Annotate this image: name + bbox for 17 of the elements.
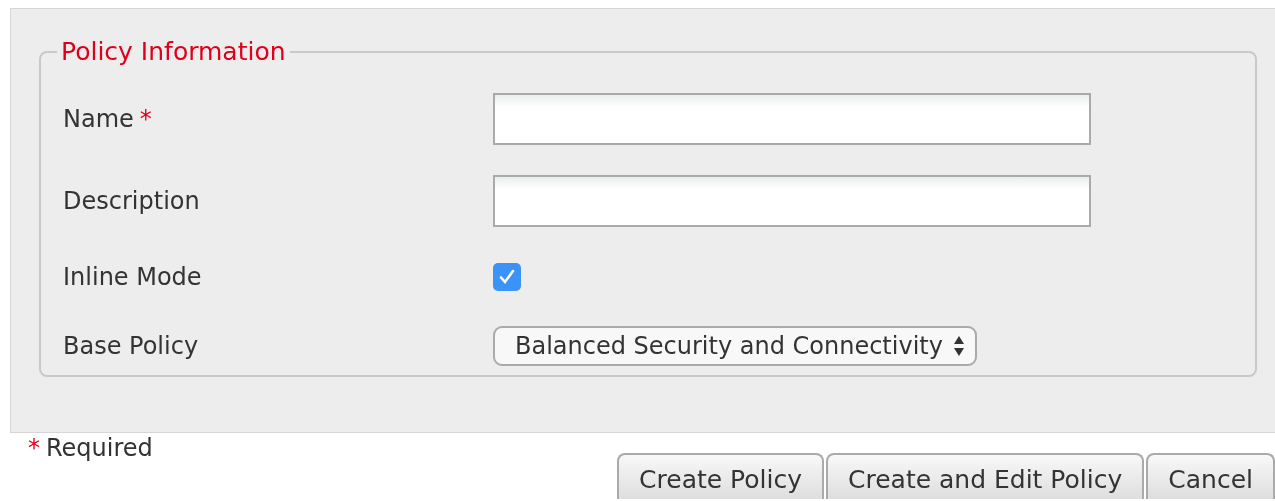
updown-arrows-icon [952, 335, 965, 357]
text-field[interactable] [493, 93, 1091, 145]
field-label: Base Policy [63, 332, 199, 360]
fieldset-legend: Policy Information [57, 37, 290, 66]
required-mark: * [28, 434, 40, 462]
required-note: Required [46, 434, 153, 462]
field-label: Inline Mode [63, 263, 202, 291]
action-button[interactable]: Cancel [1146, 453, 1275, 499]
action-button[interactable]: Create and Edit Policy [826, 453, 1145, 499]
required-mark: * [139, 105, 152, 133]
field-label: Description [63, 187, 200, 215]
action-button[interactable]: Create Policy [617, 453, 824, 499]
field-label: Name [63, 105, 134, 133]
checkmark-icon [498, 268, 516, 286]
dropdown[interactable]: Balanced Security and Connectivity [493, 326, 977, 366]
text-field[interactable] [493, 175, 1091, 227]
checkbox[interactable] [493, 263, 521, 291]
